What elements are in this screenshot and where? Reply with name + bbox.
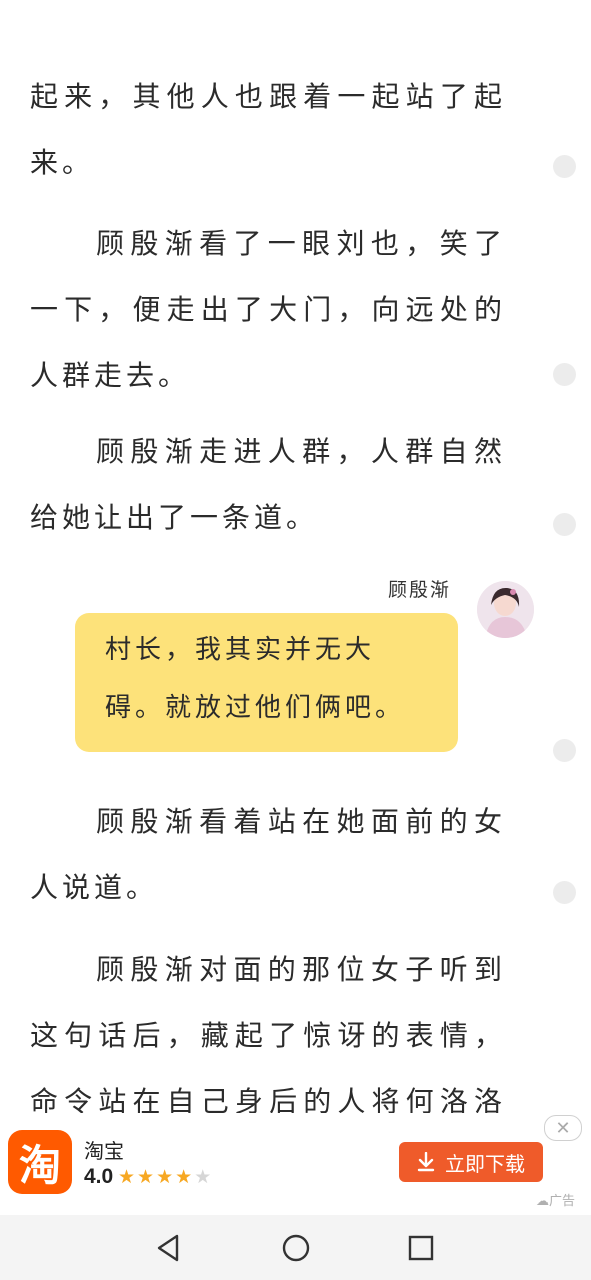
speaker-avatar[interactable] [477, 581, 534, 638]
back-icon[interactable] [155, 1233, 183, 1263]
dialogue-bubble: 村长，我其实并无大碍。就放过他们俩吧。 [75, 613, 458, 752]
download-button-label: 立即下载 [445, 1153, 525, 1176]
paragraph-comment-dot[interactable] [553, 363, 576, 386]
ad-close-button[interactable]: ✕ [544, 1115, 582, 1141]
ad-label: ☁广告 [536, 1190, 575, 1209]
system-nav-bar [0, 1215, 591, 1280]
ad-rating-value: 4.0 [84, 1165, 114, 1188]
paragraph: 起来，其他人也跟着一起站了起来。 [30, 80, 506, 179]
paragraph-comment-dot[interactable] [553, 513, 576, 536]
star-filled-icon: ★ [156, 1166, 176, 1188]
paragraph-comment-dot[interactable] [553, 739, 576, 762]
star-filled-icon: ★ [137, 1166, 157, 1188]
ad-banner[interactable]: 淘 淘宝 4.0 ★★★★★ 立即下载 ✕ ☁广告 [0, 1113, 591, 1215]
cloud-icon: ☁ [536, 1194, 549, 1209]
paragraph-comment-dot[interactable] [553, 881, 576, 904]
speaker-name: 顾殷渐 [388, 579, 452, 601]
reader-page[interactable]: 顾殷渐站起来，也跟着 起来，其他人也跟着一起站了起来。 顾殷渐看了一眼刘也，笑了… [0, 0, 591, 1215]
ad-label-text: 广告 [549, 1193, 576, 1208]
home-icon[interactable] [281, 1233, 311, 1263]
ad-rating-stars: ★★★★★ [118, 1166, 213, 1188]
ad-app-name: 淘宝 [84, 1141, 124, 1163]
paragraph-comment-dot[interactable] [553, 155, 576, 178]
star-empty-icon: ★ [194, 1166, 214, 1188]
star-filled-icon: ★ [175, 1166, 195, 1188]
star-filled-icon: ★ [118, 1166, 138, 1188]
avatar-image-icon [477, 581, 534, 638]
download-icon [417, 1152, 435, 1172]
download-button[interactable]: 立即下载 [399, 1142, 543, 1182]
taobao-app-icon[interactable]: 淘 [8, 1130, 72, 1194]
paragraph: 顾殷渐看着站在她面前的女人说道。 [30, 805, 506, 904]
recents-icon[interactable] [407, 1233, 435, 1263]
dialogue-text: 村长，我其实并无大碍。就放过他们俩吧。 [105, 635, 406, 723]
paragraph: 顾殷渐走进人群，人群自然给她让出了一条道。 [30, 435, 506, 534]
paragraph: 顾殷渐看了一眼刘也，笑了一下，便走出了大门，向远处的人群走去。 [30, 227, 506, 392]
